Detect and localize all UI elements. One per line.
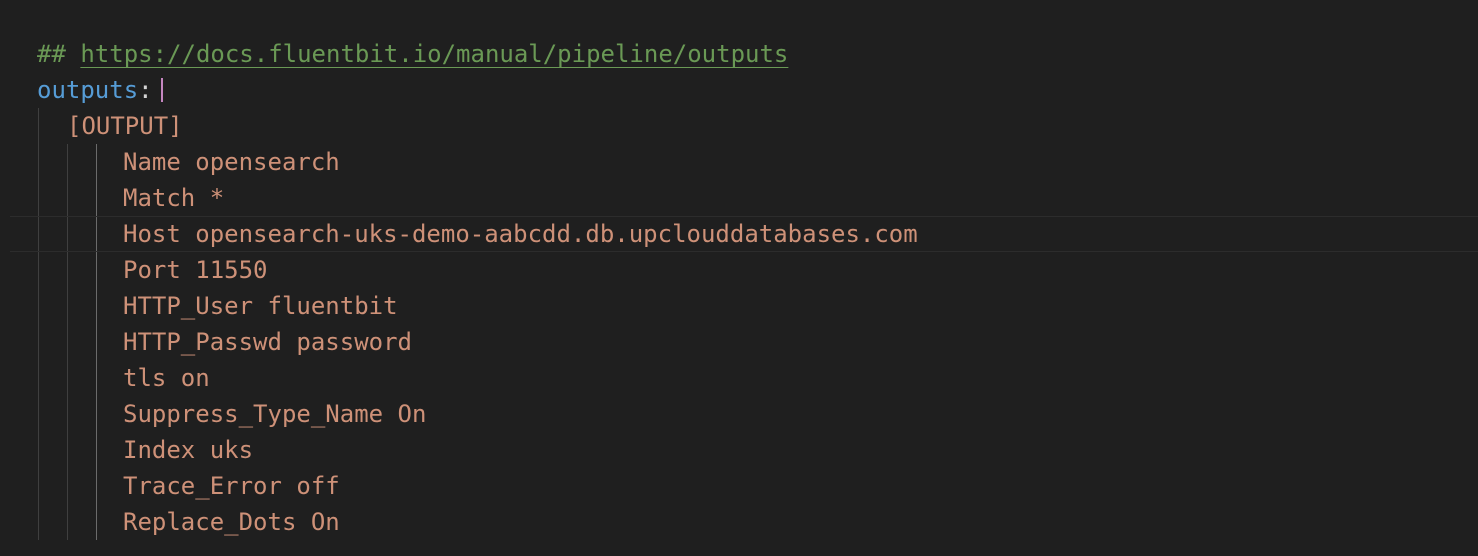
docs-link[interactable]: https://docs.fluentbit.io/manual/pipelin…: [80, 40, 788, 68]
code-line-http-user[interactable]: HTTP_User fluentbit: [123, 288, 398, 324]
code-line-suppress-type-name[interactable]: Suppress_Type_Name On: [123, 396, 426, 432]
code-line-comment[interactable]: ## https://docs.fluentbit.io/manual/pipe…: [37, 36, 788, 72]
comment-prefix: ##: [37, 40, 66, 68]
code-line-replace-dots[interactable]: Replace_Dots On: [123, 504, 340, 540]
code-editor[interactable]: ## https://docs.fluentbit.io/manual/pipe…: [0, 0, 1478, 556]
yaml-key: outputs: [37, 76, 139, 104]
code-line-match[interactable]: Match *: [123, 180, 224, 216]
indent-guide-level-3: [96, 144, 97, 540]
code-line-host[interactable]: Host opensearch-uks-demo-aabcdd.db.upclo…: [123, 216, 918, 252]
code-line-http-passwd[interactable]: HTTP_Passwd password: [123, 324, 412, 360]
yaml-colon: :: [138, 76, 153, 104]
code-line-outputs-key[interactable]: outputs:: [37, 72, 163, 108]
code-line-trace-error[interactable]: Trace_Error off: [123, 468, 340, 504]
code-line-output-section[interactable]: [OUTPUT]: [67, 108, 183, 144]
text-cursor: [160, 78, 163, 102]
code-line-index[interactable]: Index uks: [123, 432, 253, 468]
code-line-port[interactable]: Port 11550: [123, 252, 268, 288]
indent-guide-level-2: [67, 144, 68, 540]
code-line-tls[interactable]: tls on: [123, 360, 210, 396]
indent-guide-level-1: [38, 108, 39, 540]
code-line-name[interactable]: Name opensearch: [123, 144, 340, 180]
